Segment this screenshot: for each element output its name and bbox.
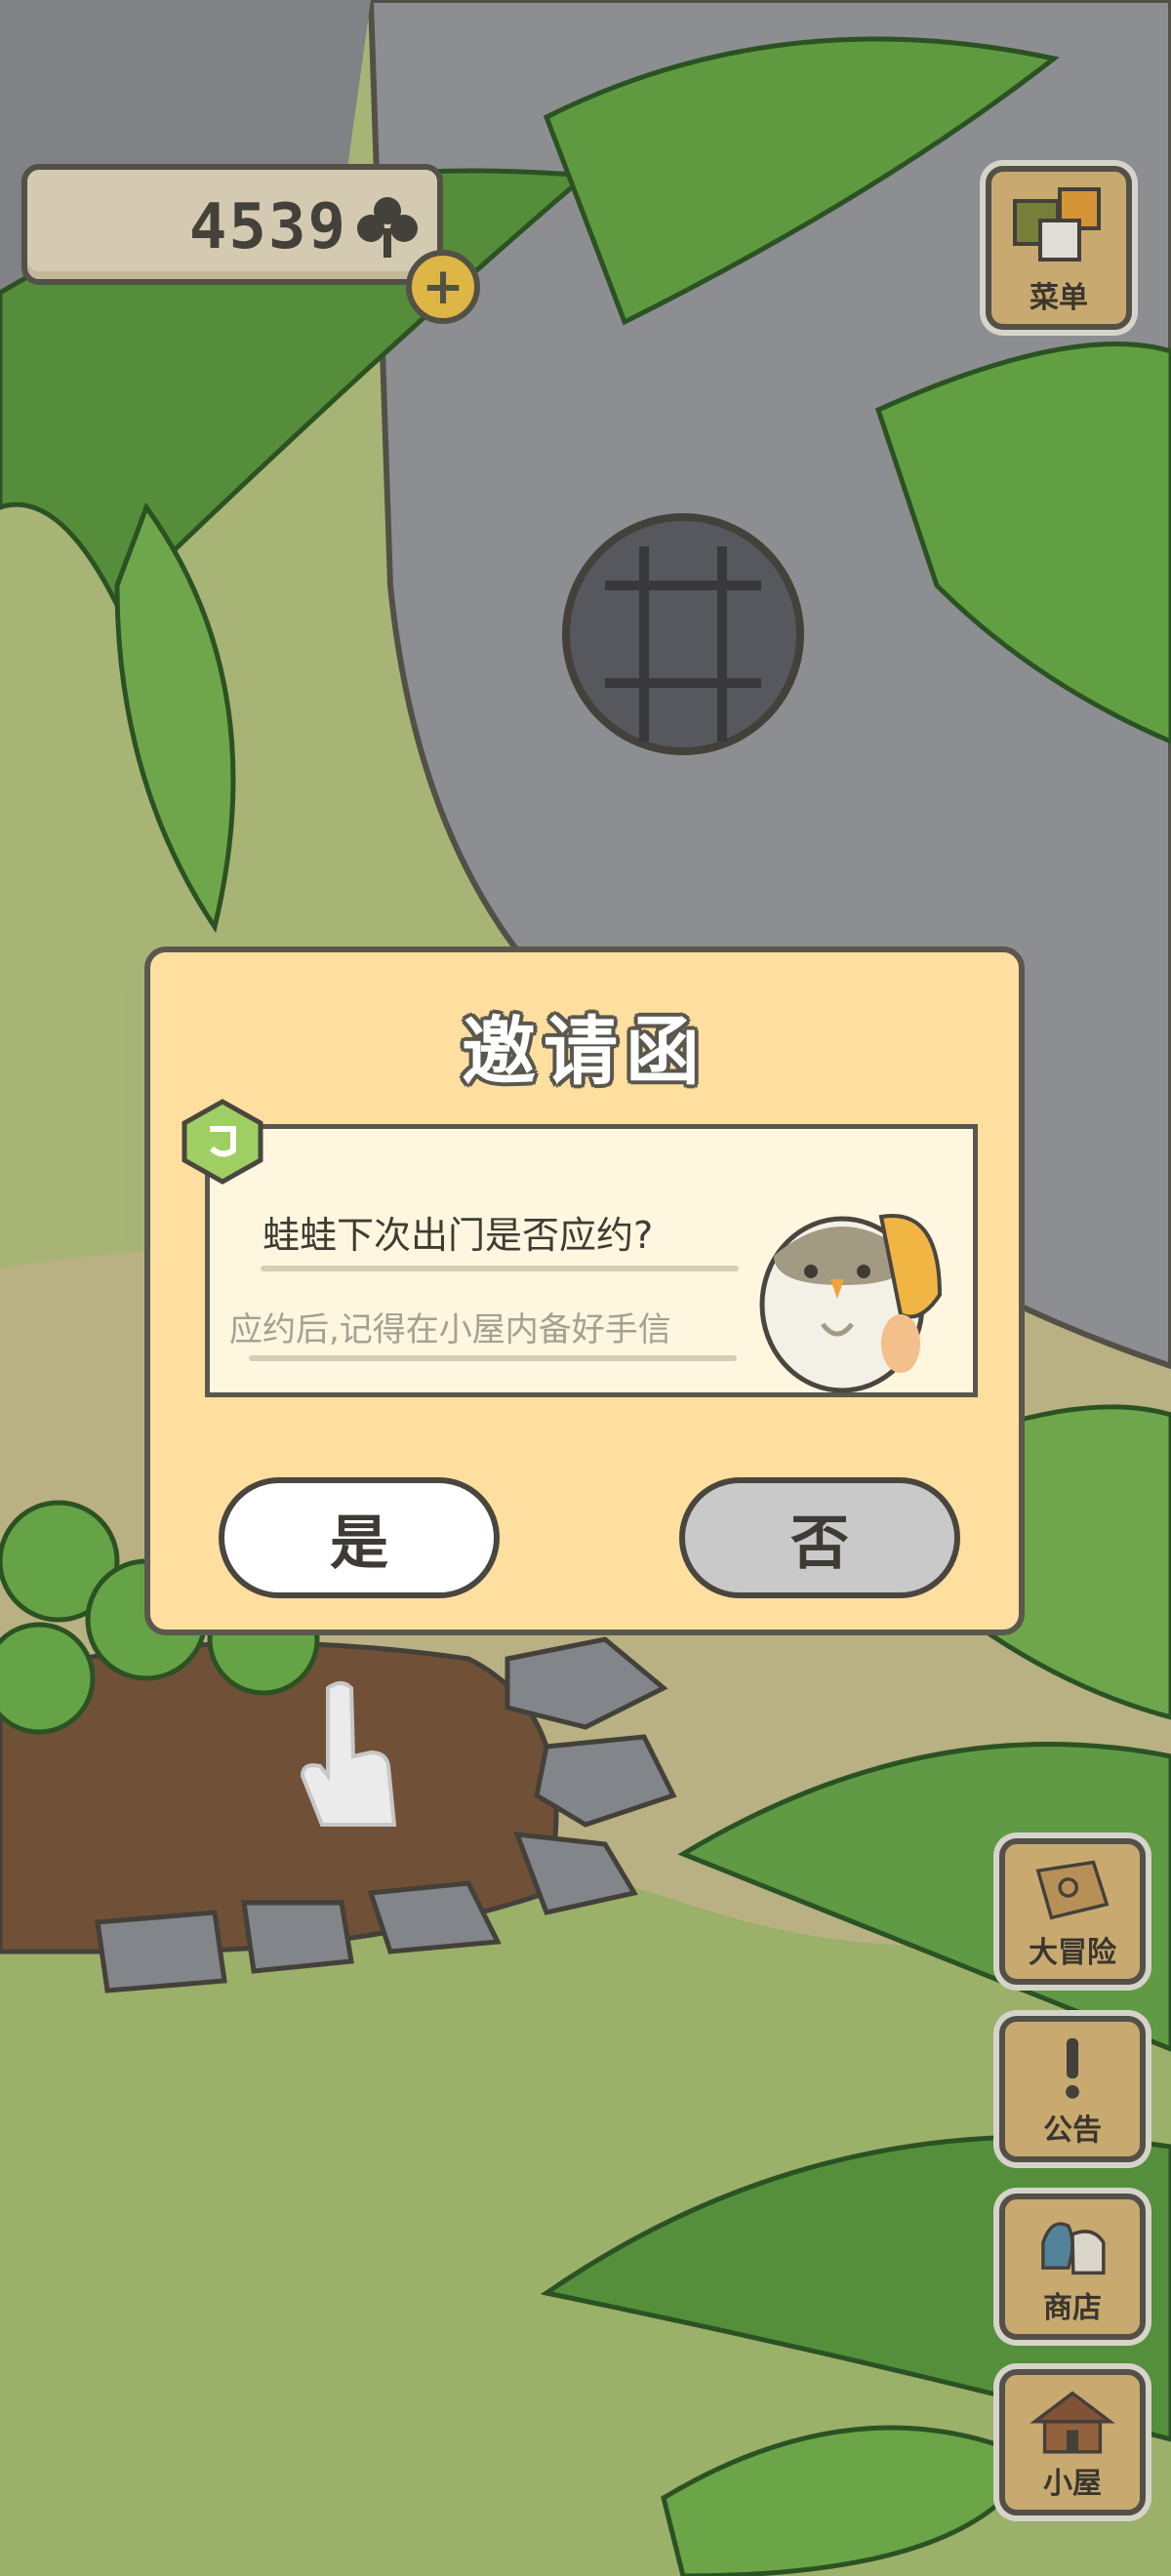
yes-button[interactable]: 是 xyxy=(219,1477,500,1598)
badge-icon xyxy=(182,1099,263,1185)
invitation-question: 蛙蛙下次出门是否应约? xyxy=(262,1214,654,1257)
bird-icon xyxy=(759,1214,943,1393)
invitation-card: 蛙蛙下次出门是否应约? 应约后,记得在小屋内备好手信 xyxy=(182,1099,978,1397)
invitation-hint: 应约后,记得在小屋内备好手信 xyxy=(229,1310,671,1349)
hint-underline xyxy=(249,1355,737,1361)
dialog-title: 邀请函 xyxy=(462,1008,707,1095)
invitation-dialog: 邀请函 蛙蛙下次出门是否应约? 应约后,记得在小屋内备好手信 是 否 xyxy=(144,946,1025,1635)
no-button[interactable]: 否 xyxy=(679,1477,960,1598)
question-underline xyxy=(261,1266,739,1271)
